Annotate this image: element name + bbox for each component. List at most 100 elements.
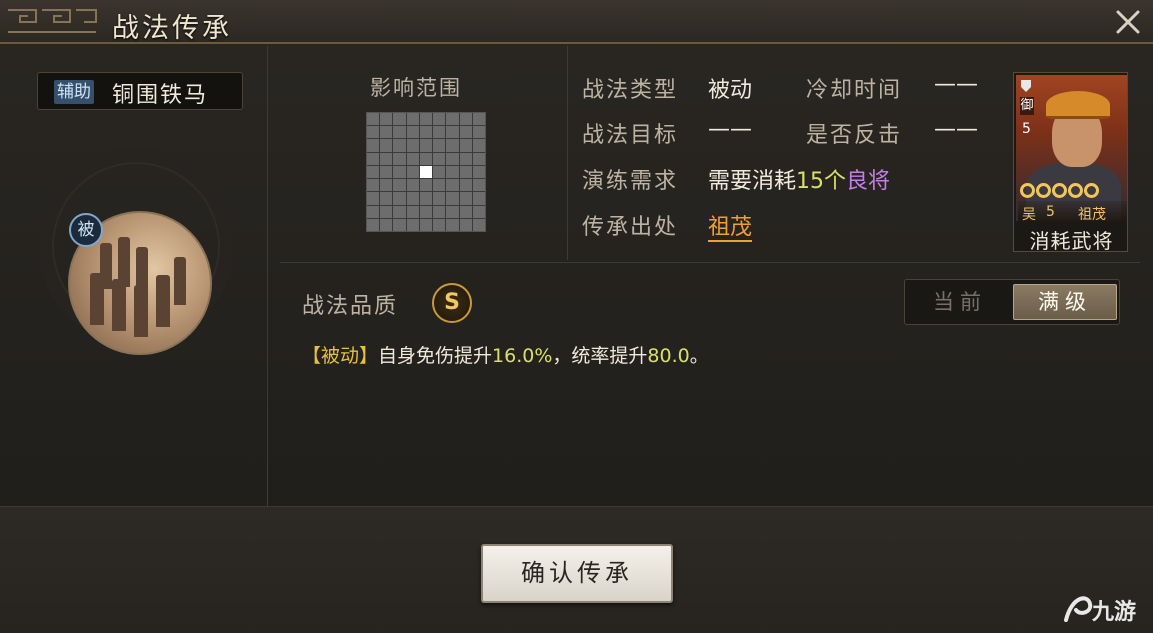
- range-cell: [367, 139, 380, 152]
- quality-grade-badge: S: [432, 283, 472, 323]
- train-requirement: 需要消耗15个良将: [708, 163, 890, 195]
- range-cell: [367, 179, 380, 192]
- range-cell: [446, 152, 459, 165]
- range-cell: [419, 139, 433, 152]
- effect-text-1: 自身免伤提升: [378, 345, 493, 367]
- range-cell: [446, 218, 459, 231]
- rank-shield-icon: [1021, 80, 1031, 92]
- range-cell: [472, 139, 485, 152]
- train-quality: 良将: [846, 169, 891, 194]
- range-cell: [380, 179, 393, 192]
- level-toggle: 当前 满级: [904, 279, 1120, 325]
- range-cell: [472, 192, 485, 205]
- range-cell: [433, 218, 446, 231]
- transfer-dialog: 战法传承 辅助 铜围铁马 被 影响范围 战法类型 被动 冷却时间 —— 战法目标…: [0, 0, 1153, 633]
- hero-card[interactable]: 御 5 吴 5 祖茂 消耗武将: [1013, 72, 1128, 253]
- range-cell: [472, 218, 485, 231]
- effect-text-2: ，统率提升: [552, 345, 648, 367]
- close-icon[interactable]: [1110, 4, 1146, 40]
- range-cell: [459, 205, 472, 218]
- range-cell: [433, 192, 446, 205]
- range-cell: [472, 126, 485, 139]
- title-bar: 战法传承: [0, 0, 1153, 44]
- range-cell: [393, 205, 406, 218]
- range-cell: [380, 126, 393, 139]
- hero-level: 5: [1046, 204, 1055, 220]
- range-cell: [446, 113, 459, 126]
- toggle-current-button[interactable]: 当前: [909, 284, 1011, 320]
- confirm-transfer-button[interactable]: 确认传承: [481, 544, 673, 603]
- star-icon: [1068, 183, 1083, 198]
- range-cell: [446, 205, 459, 218]
- range-cell: [419, 113, 433, 126]
- quality-label: 战法品质: [302, 294, 399, 319]
- source-hero-link[interactable]: 祖茂: [708, 215, 753, 242]
- range-cell: [380, 139, 393, 152]
- range-cell: [367, 192, 380, 205]
- counter-label: 是否反击: [806, 123, 903, 148]
- train-prefix: 需要消耗: [708, 169, 797, 194]
- range-label: 影响范围: [370, 76, 462, 100]
- range-cell: [380, 152, 393, 165]
- range-cell: [380, 113, 393, 126]
- range-cell: [393, 113, 406, 126]
- hero-caption: 消耗武将: [1029, 229, 1114, 253]
- range-cell: [393, 126, 406, 139]
- range-cell: [393, 152, 406, 165]
- title-ornament-icon: [8, 9, 97, 33]
- range-cell: [433, 165, 446, 179]
- range-cell: [459, 192, 472, 205]
- type-label: 战法类型: [582, 78, 679, 103]
- range-cell: [406, 218, 419, 231]
- range-cell: [433, 179, 446, 192]
- range-cell: [472, 179, 485, 192]
- passive-badge: 被: [69, 213, 103, 247]
- range-cell: [393, 179, 406, 192]
- effect-value-2: 80.0: [647, 345, 690, 367]
- watermark-text: 九游: [1092, 600, 1137, 625]
- target-label: 战法目标: [582, 123, 679, 148]
- range-cell: [367, 113, 380, 126]
- skill-type-tag: 辅助: [54, 80, 94, 104]
- skill-name: 铜围铁马: [112, 83, 209, 108]
- source-label: 传承出处: [582, 215, 679, 240]
- range-cell: [393, 139, 406, 152]
- range-cell: [367, 152, 380, 165]
- skill-name-box: 辅助 铜围铁马: [37, 72, 243, 110]
- range-cell: [459, 126, 472, 139]
- range-cell: [446, 179, 459, 192]
- range-cell: [406, 179, 419, 192]
- range-cell: [446, 165, 459, 179]
- range-cell: [472, 165, 485, 179]
- effect-text-3: 。: [689, 345, 709, 367]
- train-count: 15个: [796, 169, 847, 194]
- range-cell: [419, 152, 433, 165]
- cooldown-value: ——: [934, 72, 978, 97]
- hero-name: 祖茂: [1078, 207, 1106, 221]
- divider: [567, 46, 568, 260]
- range-cell: [433, 113, 446, 126]
- hero-cost: 5: [1022, 121, 1031, 137]
- range-cell: [393, 218, 406, 231]
- range-cell: [380, 192, 393, 205]
- range-cell: [446, 139, 459, 152]
- range-cell: [393, 165, 406, 179]
- hero-info-strip: 吴 5 祖茂: [1018, 201, 1127, 221]
- source-value: 祖茂: [708, 209, 753, 242]
- range-cell: [459, 179, 472, 192]
- range-cell: [433, 126, 446, 139]
- range-cell: [419, 165, 433, 179]
- range-cell: [367, 205, 380, 218]
- toggle-max-button[interactable]: 满级: [1013, 284, 1117, 320]
- range-cell: [419, 179, 433, 192]
- range-cell: [459, 218, 472, 231]
- range-cell: [406, 192, 419, 205]
- hero-helmet: [1046, 91, 1110, 119]
- range-cell: [433, 152, 446, 165]
- range-grid: [366, 112, 486, 232]
- star-icon: [1036, 183, 1051, 198]
- hero-portrait: 御 5 吴 5 祖茂: [1016, 75, 1127, 221]
- range-cell: [419, 218, 433, 231]
- range-cell: [367, 218, 380, 231]
- range-cell: [367, 126, 380, 139]
